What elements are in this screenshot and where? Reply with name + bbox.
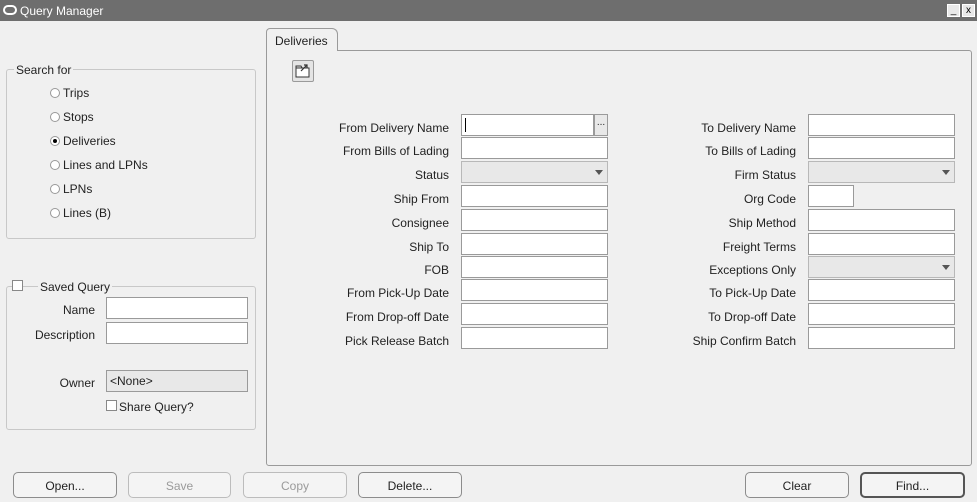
title-bar: Query Manager _ x	[0, 0, 977, 21]
freight-terms-label: Freight Terms	[722, 240, 796, 254]
owner-field: <None>	[106, 370, 248, 392]
freight-terms-input[interactable]	[808, 233, 955, 255]
ship-to-input[interactable]	[461, 233, 608, 255]
radio-button[interactable]	[50, 208, 60, 218]
saved-query-label: Saved Query	[38, 280, 113, 294]
ship-method-label: Ship Method	[728, 216, 796, 230]
minimize-button[interactable]: _	[947, 4, 960, 17]
ship-confirm-batch-input[interactable]	[808, 327, 955, 349]
from-drop-off-date-input[interactable]	[461, 303, 608, 325]
saved-query-checkbox[interactable]	[12, 280, 23, 291]
exceptions-only-label: Exceptions Only	[709, 263, 796, 277]
clear-button[interactable]: Clear	[745, 472, 849, 498]
name-label: Name	[62, 303, 95, 317]
name-input[interactable]	[106, 297, 248, 319]
from-bills-of-lading-label: From Bills of Lading	[342, 144, 449, 158]
from-delivery-name-label: From Delivery Name	[338, 121, 449, 135]
description-input[interactable]	[106, 322, 248, 344]
to-delivery-name-input[interactable]	[808, 114, 955, 136]
to-delivery-name-label: To Delivery Name	[701, 121, 796, 135]
open-button[interactable]: Open...	[13, 472, 117, 498]
to-drop-off-date-input[interactable]	[808, 303, 955, 325]
copy-button[interactable]: Copy	[243, 472, 347, 498]
pick-release-batch-input[interactable]	[461, 327, 608, 349]
status-select[interactable]	[461, 161, 608, 183]
description-label: Description	[34, 328, 95, 342]
exceptions-only-select[interactable]	[808, 256, 955, 278]
tab-deliveries[interactable]: Deliveries	[266, 28, 338, 51]
firm-status-select[interactable]	[808, 161, 955, 183]
owner-label: Owner	[59, 376, 95, 390]
radio-button[interactable]	[50, 112, 60, 122]
org-code-input[interactable]	[808, 185, 854, 207]
consignee-label: Consignee	[391, 216, 449, 230]
ship-method-input[interactable]	[808, 209, 955, 231]
search-for-label: Search for	[14, 63, 74, 77]
to-bills-of-lading-label: To Bills of Lading	[705, 144, 796, 158]
share-query-checkbox[interactable]	[106, 400, 117, 411]
to-bills-of-lading-input[interactable]	[808, 137, 955, 159]
from-pick-up-date-label: From Pick-Up Date	[346, 286, 449, 300]
from-pick-up-date-input[interactable]	[461, 279, 608, 301]
consignee-input[interactable]	[461, 209, 608, 231]
open-folder-icon	[295, 64, 310, 78]
firm-status-label: Firm Status	[734, 168, 796, 182]
status-label: Status	[414, 168, 449, 182]
pick-release-batch-label: Pick Release Batch	[344, 334, 449, 348]
radio-button-selected[interactable]	[50, 136, 60, 146]
radio-button[interactable]	[50, 88, 60, 98]
to-pick-up-date-input[interactable]	[808, 279, 955, 301]
from-bills-of-lading-input[interactable]	[461, 137, 608, 159]
radio-button[interactable]	[50, 160, 60, 170]
open-folder-button[interactable]	[292, 60, 314, 82]
ship-from-label: Ship From	[393, 192, 449, 206]
fob-input[interactable]	[461, 256, 608, 278]
find-button[interactable]: Find...	[860, 472, 965, 498]
from-drop-off-date-label: From Drop-off Date	[345, 310, 449, 324]
delete-button[interactable]: Delete...	[358, 472, 462, 498]
ship-to-label: Ship To	[409, 240, 449, 254]
org-code-label: Org Code	[743, 192, 796, 206]
app-icon	[3, 5, 17, 15]
to-drop-off-date-label: To Drop-off Date	[708, 310, 796, 324]
save-button[interactable]: Save	[128, 472, 231, 498]
window-title: Query Manager	[20, 4, 104, 18]
from-delivery-name-input[interactable]	[461, 114, 594, 136]
chevron-down-icon	[942, 265, 950, 270]
chevron-down-icon	[595, 170, 603, 175]
share-query-label: Share Query?	[119, 400, 194, 414]
search-for-group	[6, 69, 256, 239]
to-pick-up-date-label: To Pick-Up Date	[709, 286, 796, 300]
ship-confirm-batch-label: Ship Confirm Batch	[692, 334, 796, 348]
fob-label: FOB	[424, 263, 449, 277]
chevron-down-icon	[942, 170, 950, 175]
close-button[interactable]: x	[962, 4, 975, 17]
text-cursor	[465, 118, 466, 132]
ship-from-input[interactable]	[461, 185, 608, 207]
lov-button[interactable]: ...	[594, 114, 608, 136]
radio-button[interactable]	[50, 184, 60, 194]
